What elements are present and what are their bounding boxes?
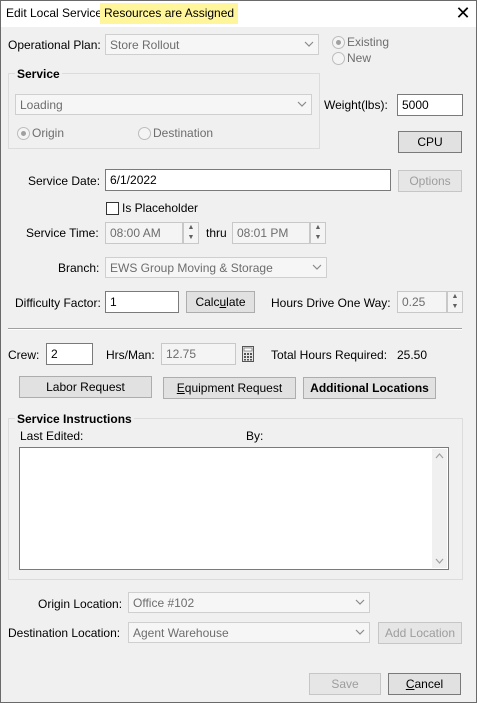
chevron-down-icon [355, 629, 365, 635]
chevron-down-icon [355, 599, 365, 605]
calculator-icon[interactable] [242, 346, 254, 362]
operational-plan-select[interactable]: Store Rollout [105, 34, 319, 55]
destination-location-label: Destination Location: [8, 626, 121, 640]
difficulty-factor-label: Difficulty Factor: [15, 296, 101, 310]
by-label: By: [246, 429, 264, 443]
destination-location-select[interactable]: Agent Warehouse [128, 622, 370, 643]
service-type-value: Loading [20, 98, 63, 112]
new-radio[interactable] [332, 52, 345, 65]
service-instructions-title: Service Instructions [15, 412, 134, 426]
spin-up-icon[interactable]: ▲ [448, 292, 462, 302]
operational-plan-label: Operational Plan: [8, 38, 101, 52]
hours-drive-label: Hours Drive One Way: [271, 296, 391, 310]
add-location-button[interactable]: Add Location [378, 622, 462, 644]
cancel-button[interactable]: Cancel [388, 673, 461, 695]
labor-request-button[interactable]: Labor Request [19, 376, 152, 398]
existing-label: Existing [347, 35, 390, 49]
time-to-spinner[interactable]: ▲ ▼ [310, 222, 326, 244]
instructions-scrollbar[interactable] [432, 449, 447, 568]
spin-down-icon[interactable]: ▼ [448, 302, 462, 312]
service-type-select[interactable]: Loading [15, 94, 312, 115]
spin-up-icon[interactable]: ▲ [311, 223, 325, 233]
scroll-down-icon[interactable] [435, 558, 444, 564]
destination-radio[interactable] [138, 127, 151, 140]
hrs-man-label: Hrs/Man: [106, 348, 155, 362]
service-date-label: Service Date: [28, 174, 101, 188]
branch-label: Branch: [58, 261, 100, 275]
cpu-button[interactable]: CPU [398, 131, 462, 153]
spin-up-icon[interactable]: ▲ [184, 223, 198, 233]
service-date-input[interactable]: 6/1/2022 [105, 169, 391, 191]
service-time-from-input[interactable]: 08:00 AM [105, 222, 183, 244]
crew-label: Crew: [8, 348, 40, 362]
chevron-down-icon [304, 41, 314, 47]
window-title: Edit Local Service - [6, 6, 110, 20]
hours-drive-spinner[interactable]: ▲ ▼ [447, 291, 463, 313]
additional-locations-button[interactable]: Additional Locations [303, 377, 436, 399]
crew-input[interactable]: 2 [46, 343, 93, 365]
equipment-accel: E [176, 381, 185, 395]
service-time-label: Service Time: [26, 226, 99, 240]
difficulty-factor-input[interactable]: 1 [105, 291, 179, 313]
edit-local-service-window: Edit Local Service - Resources are Assig… [0, 0, 477, 703]
origin-location-value: Office #102 [133, 596, 195, 610]
is-placeholder-checkbox[interactable] [106, 202, 119, 215]
destination-label: Destination [153, 126, 214, 140]
calculate-text-a: Calc [195, 295, 220, 309]
last-edited-label: Last Edited: [20, 429, 84, 443]
origin-location-label: Origin Location: [38, 597, 123, 611]
hours-drive-input[interactable]: 0.25 [397, 291, 447, 313]
title-bar: Edit Local Service - Resources are Assig… [1, 1, 476, 27]
cancel-text: ancel [414, 677, 444, 691]
is-placeholder-label: Is Placeholder [122, 201, 199, 215]
branch-select[interactable]: EWS Group Moving & Storage [105, 257, 327, 278]
weight-input[interactable]: 5000 [397, 94, 463, 116]
footer-bar: Save Cancel [1, 661, 476, 702]
calculate-button[interactable]: Calculate [186, 291, 255, 313]
equipment-request-button[interactable]: Equipment Request [163, 377, 296, 399]
thru-label: thru [206, 226, 227, 240]
origin-radio[interactable] [17, 127, 30, 140]
separator [8, 328, 462, 330]
service-group-title: Service [15, 67, 62, 81]
options-button[interactable]: Options [398, 170, 462, 192]
total-hours-value: 25.50 [397, 348, 428, 362]
time-from-spinner[interactable]: ▲ ▼ [183, 222, 199, 244]
operational-plan-value: Store Rollout [110, 38, 180, 52]
save-button[interactable]: Save [309, 673, 381, 695]
origin-location-select[interactable]: Office #102 [128, 592, 370, 613]
existing-radio[interactable] [332, 36, 345, 49]
weight-label: Weight(lbs): [324, 98, 388, 112]
destination-location-value: Agent Warehouse [133, 626, 229, 640]
origin-label: Origin [32, 126, 65, 140]
branch-value: EWS Group Moving & Storage [110, 261, 273, 275]
equipment-text: quipment Request [184, 381, 283, 395]
close-icon[interactable]: ✕ [453, 3, 473, 23]
chevron-down-icon [312, 264, 322, 270]
scroll-up-icon[interactable] [435, 453, 444, 459]
chevron-down-icon [297, 101, 307, 107]
service-time-to-input[interactable]: 08:01 PM [232, 222, 310, 244]
total-hours-label: Total Hours Required: [271, 348, 388, 362]
calculate-text-b: late [226, 295, 246, 309]
spin-down-icon[interactable]: ▼ [184, 233, 198, 243]
new-label: New [347, 51, 372, 65]
spin-down-icon[interactable]: ▼ [311, 233, 325, 243]
status-highlight: Resources are Assigned [100, 3, 239, 24]
service-instructions-textarea[interactable] [19, 447, 449, 570]
hrs-man-input[interactable]: 12.75 [161, 343, 236, 365]
